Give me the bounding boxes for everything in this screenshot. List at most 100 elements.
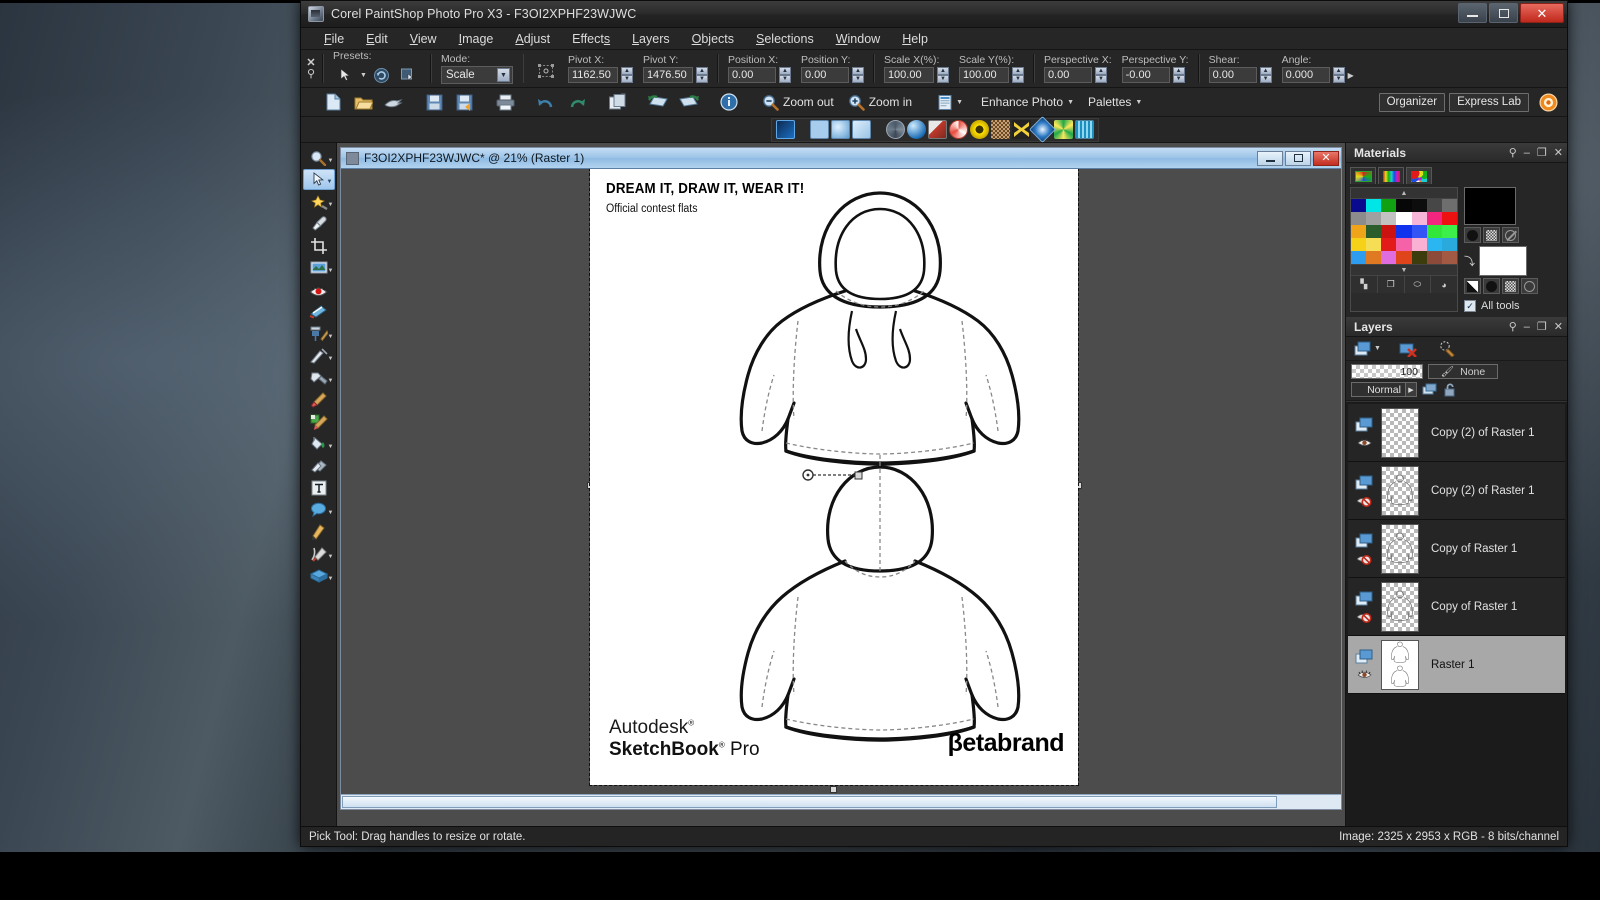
color-swatch[interactable]: [1411, 199, 1427, 212]
texture-button-icon[interactable]: ▚: [1351, 276, 1378, 293]
options-bar-grip[interactable]: ✕ ⚲: [304, 50, 318, 87]
layer-blend-mode-select[interactable]: Normal ▶: [1351, 382, 1417, 397]
perspective-x-input[interactable]: 0.00: [1043, 67, 1092, 83]
save-icon[interactable]: [419, 90, 449, 115]
materials-tab-rainbow[interactable]: [1378, 167, 1404, 184]
pivot-toggle-icon[interactable]: [534, 59, 558, 83]
layers-close-icon[interactable]: ✕: [1554, 320, 1563, 333]
materials-minimize-icon[interactable]: –: [1524, 147, 1530, 159]
all-tools-checkbox-row[interactable]: ✓ All tools: [1464, 300, 1538, 312]
menu-file[interactable]: File: [313, 30, 355, 48]
light-square-icon[interactable]: [852, 120, 871, 139]
chevron-down-icon[interactable]: ▼: [328, 356, 334, 362]
cutout-icon[interactable]: [1012, 120, 1031, 139]
color-swatch[interactable]: [1366, 225, 1382, 238]
layer-type-icon[interactable]: [1355, 591, 1374, 606]
color-swatch[interactable]: [1411, 238, 1427, 251]
save-as-icon[interactable]: [449, 90, 479, 115]
color-swatch[interactable]: [1426, 225, 1442, 238]
foreground-color-swatch[interactable]: [1464, 187, 1516, 225]
scale-x-stepper[interactable]: ▲ ▼: [936, 67, 949, 83]
corel-logo-icon[interactable]: [1533, 90, 1563, 115]
document-restore-button[interactable]: [1285, 150, 1311, 166]
layers-pin-icon[interactable]: ⚲: [1509, 320, 1517, 333]
copy-button-icon[interactable]: ❐: [1378, 276, 1405, 293]
color-swatch[interactable]: [1426, 199, 1442, 212]
chevron-down-icon[interactable]: ▼: [327, 179, 333, 185]
layer-row[interactable]: Copy of Raster 1: [1348, 520, 1565, 578]
layers-minimize-icon[interactable]: –: [1524, 321, 1530, 333]
materials-pin-icon[interactable]: ⚲: [1509, 146, 1517, 159]
scale-y-input[interactable]: 100.00: [958, 67, 1009, 83]
layer-properties-icon[interactable]: [1437, 339, 1459, 358]
tool-pen[interactable]: [303, 521, 335, 542]
menu-effects[interactable]: Effects: [561, 30, 621, 48]
color-swatch[interactable]: [1381, 199, 1397, 212]
tool-selection[interactable]: ▼: [303, 191, 335, 212]
color-swatch[interactable]: [1396, 251, 1412, 264]
preset-reset-icon[interactable]: [370, 63, 394, 87]
materials-tab-frame[interactable]: [1350, 167, 1376, 184]
position-x-stepper[interactable]: ▲ ▼: [778, 67, 791, 83]
tool-straighten[interactable]: ▼: [303, 257, 335, 278]
zoom-out-button[interactable]: Zoom out: [755, 90, 841, 115]
chevron-down-icon[interactable]: ▼: [328, 202, 334, 208]
menu-adjust[interactable]: Adjust: [504, 30, 561, 48]
all-tools-checkbox[interactable]: ✓: [1464, 300, 1476, 312]
color-swatch[interactable]: [1396, 225, 1412, 238]
pivot-marker[interactable]: [800, 465, 870, 485]
swatch-cells[interactable]: [1351, 199, 1457, 264]
layer-type-icon[interactable]: [1355, 417, 1374, 432]
color-swatch[interactable]: [1351, 199, 1367, 212]
open-icon[interactable]: [348, 90, 378, 115]
fg-color-icon[interactable]: [1464, 227, 1481, 243]
chevron-down-icon[interactable]: ▼: [328, 268, 334, 274]
tool-red-eye[interactable]: [303, 279, 335, 300]
pivot-x-input[interactable]: 1162.50: [567, 67, 618, 83]
options-close-icon[interactable]: ✕: [306, 58, 315, 69]
texture-icon[interactable]: [991, 120, 1010, 139]
color-swatch[interactable]: [1381, 225, 1397, 238]
browse-icon[interactable]: [378, 90, 408, 115]
layer-effect-select[interactable]: 🖌 None: [1428, 364, 1498, 379]
sphere-icon[interactable]: [886, 120, 905, 139]
color-swatch[interactable]: [1411, 212, 1427, 225]
selection-handle-bottom[interactable]: [830, 786, 837, 793]
chevron-down-icon[interactable]: ▼: [496, 68, 510, 82]
color-swatch[interactable]: [1441, 199, 1457, 212]
menu-layers[interactable]: Layers: [621, 30, 681, 48]
layer-opacity-input[interactable]: 100: [1351, 364, 1423, 379]
tool-pick[interactable]: ▼: [302, 169, 335, 190]
chevron-down-icon[interactable]: ▼: [328, 554, 334, 560]
color-swatch[interactable]: [1396, 212, 1412, 225]
tool-zoom[interactable]: ▼: [303, 147, 335, 168]
fill-square-icon[interactable]: [810, 120, 829, 139]
color-swatch[interactable]: [1426, 212, 1442, 225]
color-swatch[interactable]: [1381, 238, 1397, 251]
color-swatch-grid[interactable]: ▲ ▼ ▚ ❐ ⬭ ◕: [1350, 187, 1458, 312]
visibility-off-icon[interactable]: [1356, 553, 1372, 565]
tool-text[interactable]: [303, 477, 335, 498]
print-icon[interactable]: [490, 90, 520, 115]
document-horizontal-scrollbar[interactable]: [341, 794, 1341, 809]
pivot-y-input[interactable]: 1476.50: [642, 67, 693, 83]
menu-image[interactable]: Image: [448, 30, 505, 48]
bg-pattern-icon[interactable]: [1502, 278, 1519, 294]
chevron-down-icon[interactable]: ▼: [328, 334, 334, 340]
tool-dodge-burn[interactable]: ▼: [303, 367, 335, 388]
bg-null-icon[interactable]: [1521, 278, 1538, 294]
chevron-right-icon[interactable]: ▶: [1405, 383, 1416, 396]
angle-input[interactable]: 0.000: [1281, 67, 1330, 83]
tool-warp-brush[interactable]: ▼: [303, 543, 335, 564]
color-swatch[interactable]: [1351, 212, 1367, 225]
delete-layer-icon[interactable]: [1398, 339, 1420, 358]
perspective-x-stepper[interactable]: ▲ ▼: [1094, 67, 1107, 83]
organizer-button[interactable]: Organizer: [1378, 92, 1446, 112]
layer-row[interactable]: Copy of Raster 1: [1348, 578, 1565, 636]
tool-crop[interactable]: [303, 235, 335, 256]
position-y-input[interactable]: 0.00: [800, 67, 849, 83]
layer-type-icon[interactable]: [1355, 533, 1374, 548]
shape-button-icon[interactable]: ⬭: [1405, 276, 1432, 293]
color-swatch[interactable]: [1411, 225, 1427, 238]
visibility-off-icon[interactable]: [1356, 495, 1372, 507]
